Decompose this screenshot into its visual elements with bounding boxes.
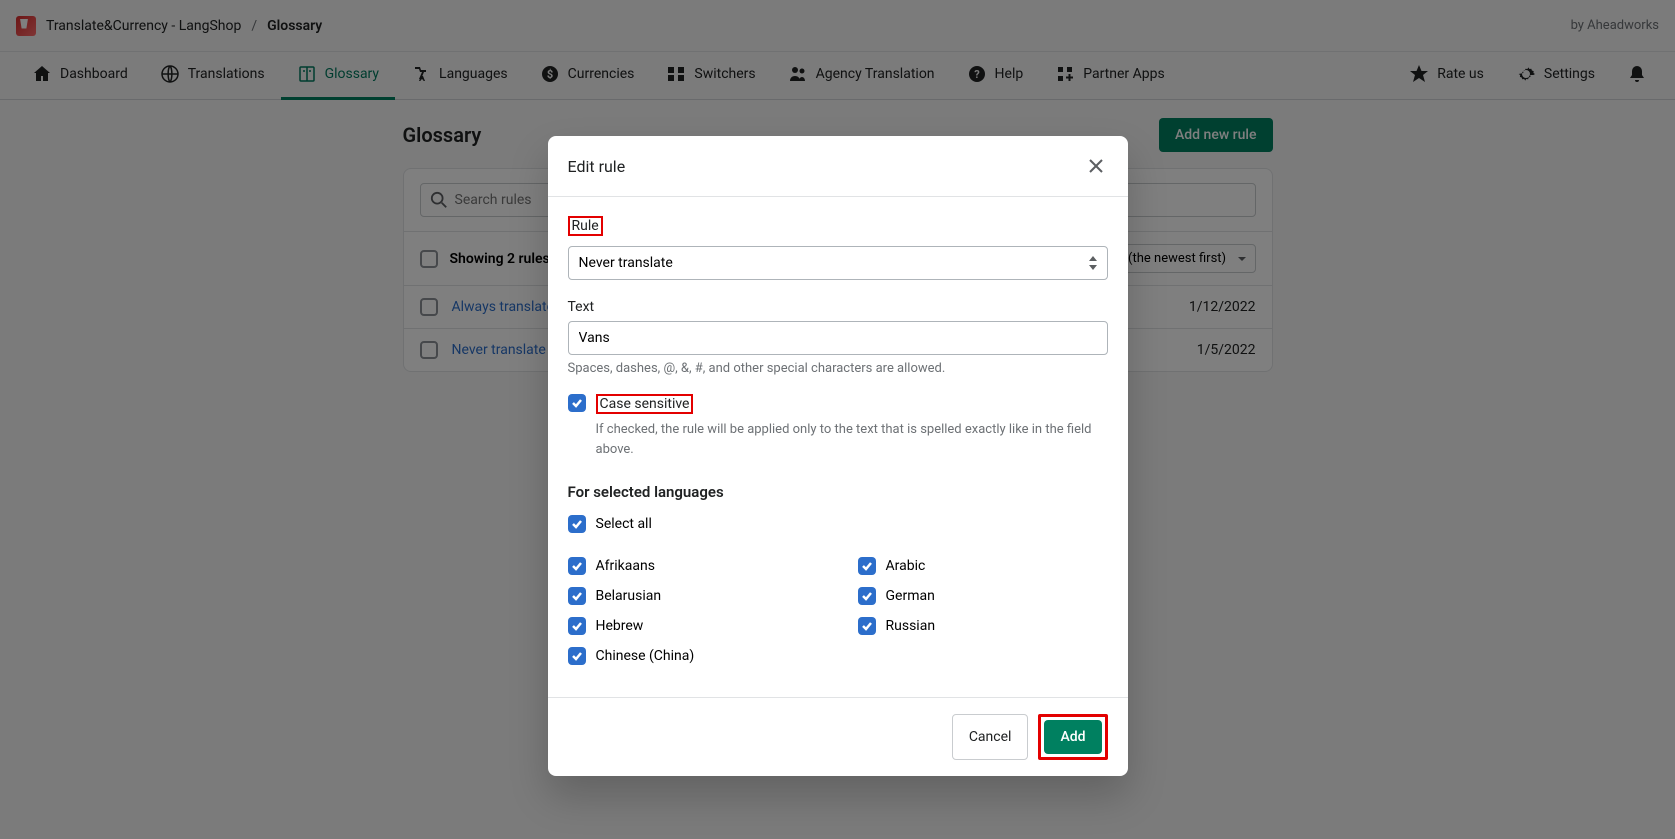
check-icon [571,560,583,572]
modal-overlay: Edit rule Rule Never translate Text Spac… [0,0,1675,839]
lang-label: Hebrew [596,618,644,634]
check-icon [571,650,583,662]
check-icon [861,620,873,632]
lang-label: German [886,588,935,604]
edit-rule-modal: Edit rule Rule Never translate Text Spac… [548,136,1128,776]
lang-label: Afrikaans [596,558,655,574]
check-icon [861,560,873,572]
lang-checkbox[interactable] [568,587,586,605]
rule-label: Rule [568,216,603,236]
languages-section-title: For selected languages [568,483,1108,501]
text-input[interactable] [568,321,1108,355]
add-button[interactable]: Add [1044,720,1101,754]
check-icon [571,518,583,530]
case-sensitive-hint: If checked, the rule will be applied onl… [596,420,1108,459]
check-icon [571,397,583,409]
close-icon [1086,156,1106,176]
lang-checkbox[interactable] [568,647,586,665]
check-icon [571,620,583,632]
rule-select[interactable]: Never translate [568,246,1108,280]
lang-checkbox[interactable] [858,617,876,635]
check-icon [571,590,583,602]
case-sensitive-label: Case sensitive [596,394,694,414]
text-label: Text [568,299,595,315]
lang-checkbox[interactable] [858,587,876,605]
lang-label: Belarusian [596,588,662,604]
lang-column-left: Afrikaans Belarusian Hebrew Chinese (Chi… [568,557,818,677]
lang-label: Chinese (China) [596,648,695,664]
modal-title: Edit rule [568,157,626,176]
close-button[interactable] [1084,154,1108,178]
text-hint: Spaces, dashes, @, &, #, and other speci… [568,361,1108,376]
cancel-button[interactable]: Cancel [952,714,1029,760]
case-sensitive-checkbox[interactable] [568,394,586,412]
select-all-label: Select all [596,516,652,532]
lang-label: Arabic [886,558,926,574]
check-icon [861,590,873,602]
lang-checkbox[interactable] [568,617,586,635]
lang-checkbox[interactable] [568,557,586,575]
lang-column-right: Arabic German Russian [858,557,1108,677]
lang-checkbox[interactable] [858,557,876,575]
select-all-languages-checkbox[interactable] [568,515,586,533]
lang-label: Russian [886,618,936,634]
